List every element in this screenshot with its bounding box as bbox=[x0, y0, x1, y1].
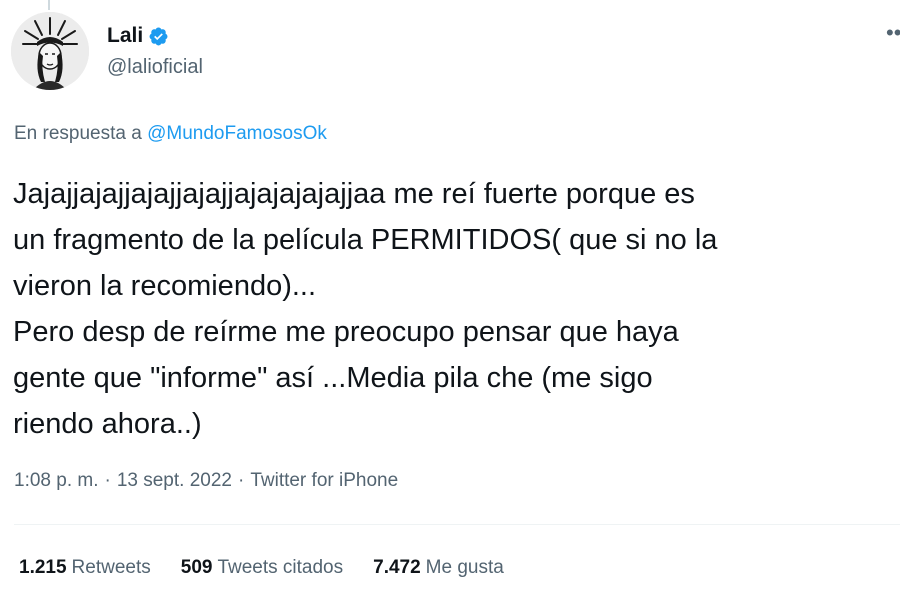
tweet-metadata: 1:08 p. m. · 13 sept. 2022 · Twitter for iPh… bbox=[14, 469, 398, 493]
tweet-text: Jajajjajajjajajjajajjajajajajajjaa me re… bbox=[13, 171, 893, 447]
verified-badge-icon bbox=[149, 27, 168, 45]
avatar-statue-of-liberty-sketch-icon bbox=[11, 12, 89, 90]
reply-context: En respuesta a @MundoFamososOk bbox=[14, 122, 327, 146]
tweet-text-line: Pero desp de reírme me preocupo pensar q… bbox=[13, 316, 679, 348]
more-options-icon[interactable]: ••• bbox=[886, 24, 900, 44]
tweet-date-link[interactable]: 13 sept. 2022 bbox=[117, 470, 232, 491]
tweet-time-link[interactable]: 1:08 p. m. bbox=[14, 470, 99, 491]
tweet-text-line: un fragmento de la película PERMITIDOS( … bbox=[13, 224, 718, 256]
quote-tweets-stat[interactable]: 509 Tweets citados bbox=[181, 556, 343, 580]
avatar[interactable] bbox=[11, 12, 89, 90]
reply-prefix: En respuesta a bbox=[14, 123, 142, 144]
tweet-text-line: gente que "informe" así ...Media pila ch… bbox=[13, 362, 653, 394]
reply-mention-link[interactable]: @MundoFamososOk bbox=[147, 123, 327, 144]
retweets-count: 1.215 bbox=[19, 557, 67, 578]
engagement-stats: 1.215 Retweets 509 Tweets citados 7.472 Me … bbox=[19, 556, 534, 580]
retweets-label: Retweets bbox=[71, 557, 151, 578]
quote-tweets-label: Tweets citados bbox=[217, 557, 344, 578]
retweets-stat[interactable]: 1.215 Retweets bbox=[19, 556, 151, 580]
tweet-text-line: riendo ahora..) bbox=[13, 408, 202, 440]
likes-label: Me gusta bbox=[425, 557, 504, 578]
likes-stat[interactable]: 7.472 Me gusta bbox=[373, 556, 504, 580]
author-display-name[interactable]: Lali bbox=[107, 24, 143, 48]
author-handle[interactable]: @lalioficial bbox=[107, 55, 203, 79]
author-name-row[interactable]: Lali bbox=[107, 24, 169, 48]
thread-connector-line bbox=[48, 0, 50, 10]
divider bbox=[14, 524, 900, 525]
meta-separator: · bbox=[237, 470, 245, 491]
tweet-text-line: Jajajjajajjajajjajajjajajajajajjaa me re… bbox=[13, 178, 695, 210]
tweet-text-line: vieron la recomiendo)... bbox=[13, 270, 317, 302]
tweet-source-link[interactable]: Twitter for iPhone bbox=[250, 470, 398, 491]
meta-separator: · bbox=[104, 470, 111, 491]
quote-tweets-count: 509 bbox=[180, 557, 213, 578]
likes-count: 7.472 bbox=[373, 557, 421, 578]
